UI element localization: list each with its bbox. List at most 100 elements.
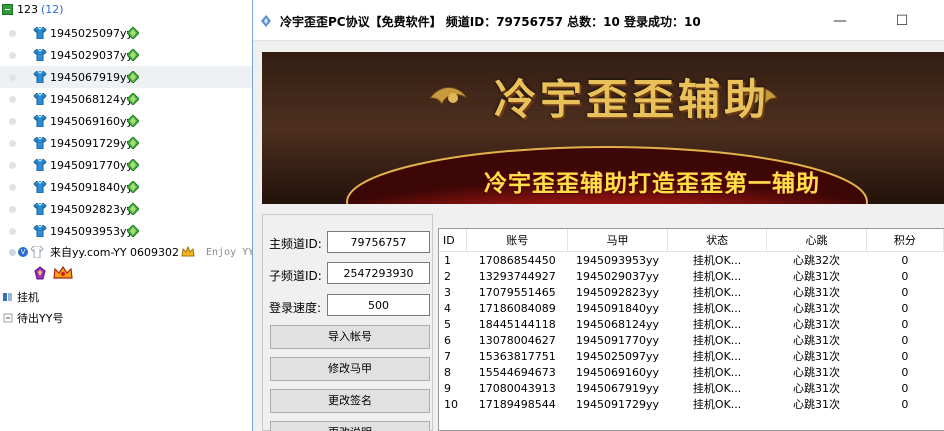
banner-title: 冷宇歪歪辅助 [494,75,771,124]
vip-badge-icon: V [18,247,28,257]
status-dot [9,117,16,125]
table-row[interactable]: 7 15363817751 1945025097yy 挂机OK... 心跳31次 0 [439,348,944,364]
window-title: 冷宇歪歪PC协议【免费软件】 频道ID：79756757 总数：10 登录成功：… [280,15,701,29]
table-cell: 1945068124yy [576,317,660,331]
sub-channel-label: 子频道ID: [269,269,322,283]
status-dot [9,248,16,256]
sub-channel-input[interactable] [327,262,430,284]
column-header[interactable]: 积分 [866,229,944,252]
status-dot [9,29,16,37]
table-cell: 13293744927 [478,269,556,283]
user-row[interactable]: 1945025097yy [0,22,252,44]
user-row[interactable]: 1945091840yy [0,176,252,198]
user-row[interactable]: 1945092823yy [0,198,252,220]
collapse-icon[interactable] [2,3,13,15]
gem-icon [127,159,139,171]
table-cell: 0 [901,253,909,267]
table-body: 1 17086854450 1945093953yy 挂机OK... 心跳32次 0 2 13… [439,252,944,413]
status-dot [9,95,16,103]
table-cell: 心跳31次 [793,334,840,347]
user-row[interactable]: 1945091770yy [0,154,252,176]
user-row[interactable]: 1945069160yy [0,110,252,132]
accounts-table[interactable]: ID 账号 马甲 状态 心跳 积分 1 17086854450 1945093953yy 挂机O… [438,228,944,431]
table-row[interactable]: 4 17186084089 1945091840yy 挂机OK... 心跳31次 0 [439,300,944,316]
table-cell: 挂机OK... [692,270,742,283]
main-channel-label: 主频道ID: [269,237,322,251]
table-cell: 0 [901,285,909,299]
maximize-button[interactable]: ☐ [879,6,925,36]
gem-icon [127,203,139,215]
title-bar[interactable]: 冷宇歪歪PC协议【免费软件】 频道ID：79756757 总数：10 登录成功：… [253,0,944,41]
user-name: 1945069160yy [50,114,134,128]
gem-icon [127,115,139,127]
table-row[interactable]: 9 17080043913 1945067919yy 挂机OK... 心跳31次 0 [439,380,944,396]
user-name: 1945068124yy [50,92,134,106]
table-cell: 15363817751 [478,349,556,363]
vip-badge-icon [34,266,46,280]
group-count: (12) [41,2,64,16]
column-header[interactable]: 马甲 [567,229,668,252]
user-row[interactable]: 1945093953yy [0,220,252,242]
table-cell: 0 [901,301,909,315]
table-cell: 17186084089 [478,301,556,315]
table-row[interactable]: 5 18445144118 1945068124yy 挂机OK... 心跳31次 0 [439,316,944,332]
column-header[interactable]: 心跳 [766,229,867,252]
change-signature-button[interactable]: 更改签名 [270,389,430,413]
gem-icon [127,49,139,61]
table-cell: 0 [901,333,909,347]
change-description-button[interactable]: 更改说明 [270,421,430,431]
close-button[interactable]: ✕ [933,6,944,36]
table-row[interactable]: 2 13293744927 1945029037yy 挂机OK... 心跳31次 0 [439,268,944,284]
user-name: 1945091770yy [50,158,134,172]
table-cell: 0 [901,381,909,395]
table-cell: 心跳31次 [793,398,840,411]
column-header[interactable]: 账号 [466,229,569,252]
user-tree: 123 (12) 1945025097yy 1945029037yy 1945067… [0,0,252,431]
app-icon [261,15,271,27]
gem-icon [127,225,139,237]
table-cell: 0 [901,317,909,331]
table-cell: 心跳31次 [793,318,840,331]
table-row[interactable]: 3 17079551465 1945092823yy 挂机OK... 心跳31次 0 [439,284,944,300]
shirt-icon [33,115,47,127]
table-cell: 挂机OK... [692,286,742,299]
login-speed-input[interactable] [327,294,430,316]
table-cell: 0 [901,365,909,379]
user-row-special[interactable]: V 来自yy.com-YY 0609302 Enjoy YY [0,241,252,263]
crown-icon [53,266,73,279]
status-dot [9,183,16,191]
edit-nickname-button[interactable]: 修改马甲 [270,357,430,381]
shirt-icon [33,93,47,105]
column-header[interactable]: ID [439,229,468,252]
main-channel-input[interactable] [327,231,430,253]
user-row[interactable]: 1945067919yy [0,66,252,88]
status-dot [9,161,16,169]
table-row[interactable]: 6 13078004627 1945091770yy 挂机OK... 心跳31次 0 [439,332,944,348]
user-row[interactable]: 1945029037yy [0,44,252,66]
user-name: 1945025097yy [50,26,134,40]
import-accounts-button[interactable]: 导入帐号 [270,325,430,349]
section-hang[interactable]: 挂机 [0,288,39,306]
user-row[interactable]: 1945068124yy [0,88,252,110]
column-header[interactable]: 状态 [667,229,768,252]
shirt-icon [33,71,47,83]
section-exit[interactable]: 待出YY号 [0,309,63,327]
gem-icon [127,71,139,83]
minimize-button[interactable]: — [817,6,863,36]
table-cell: 心跳31次 [793,366,840,379]
table-cell: 挂机OK... [692,398,742,411]
status-dot [9,205,16,213]
expand-icon[interactable] [3,313,13,323]
table-row[interactable]: 1 17086854450 1945093953yy 挂机OK... 心跳32次 0 [439,252,944,269]
table-cell: 1945092823yy [576,285,660,299]
status-dot [9,139,16,147]
table-row[interactable]: 10 17189498544 1945091729yy 挂机OK... 心跳31次 0 [439,396,944,412]
table-cell: 挂机OK... [692,366,742,379]
table-cell: 2 [444,269,451,283]
table-cell: 心跳31次 [793,382,840,395]
group-header[interactable]: 123 (12) [0,0,64,18]
table-row[interactable]: 8 15544694673 1945069160yy 挂机OK... 心跳31次 0 [439,364,944,380]
login-speed-label: 登录速度: [269,301,322,315]
table-cell: 0 [901,397,909,411]
user-row[interactable]: 1945091729yy [0,132,252,154]
